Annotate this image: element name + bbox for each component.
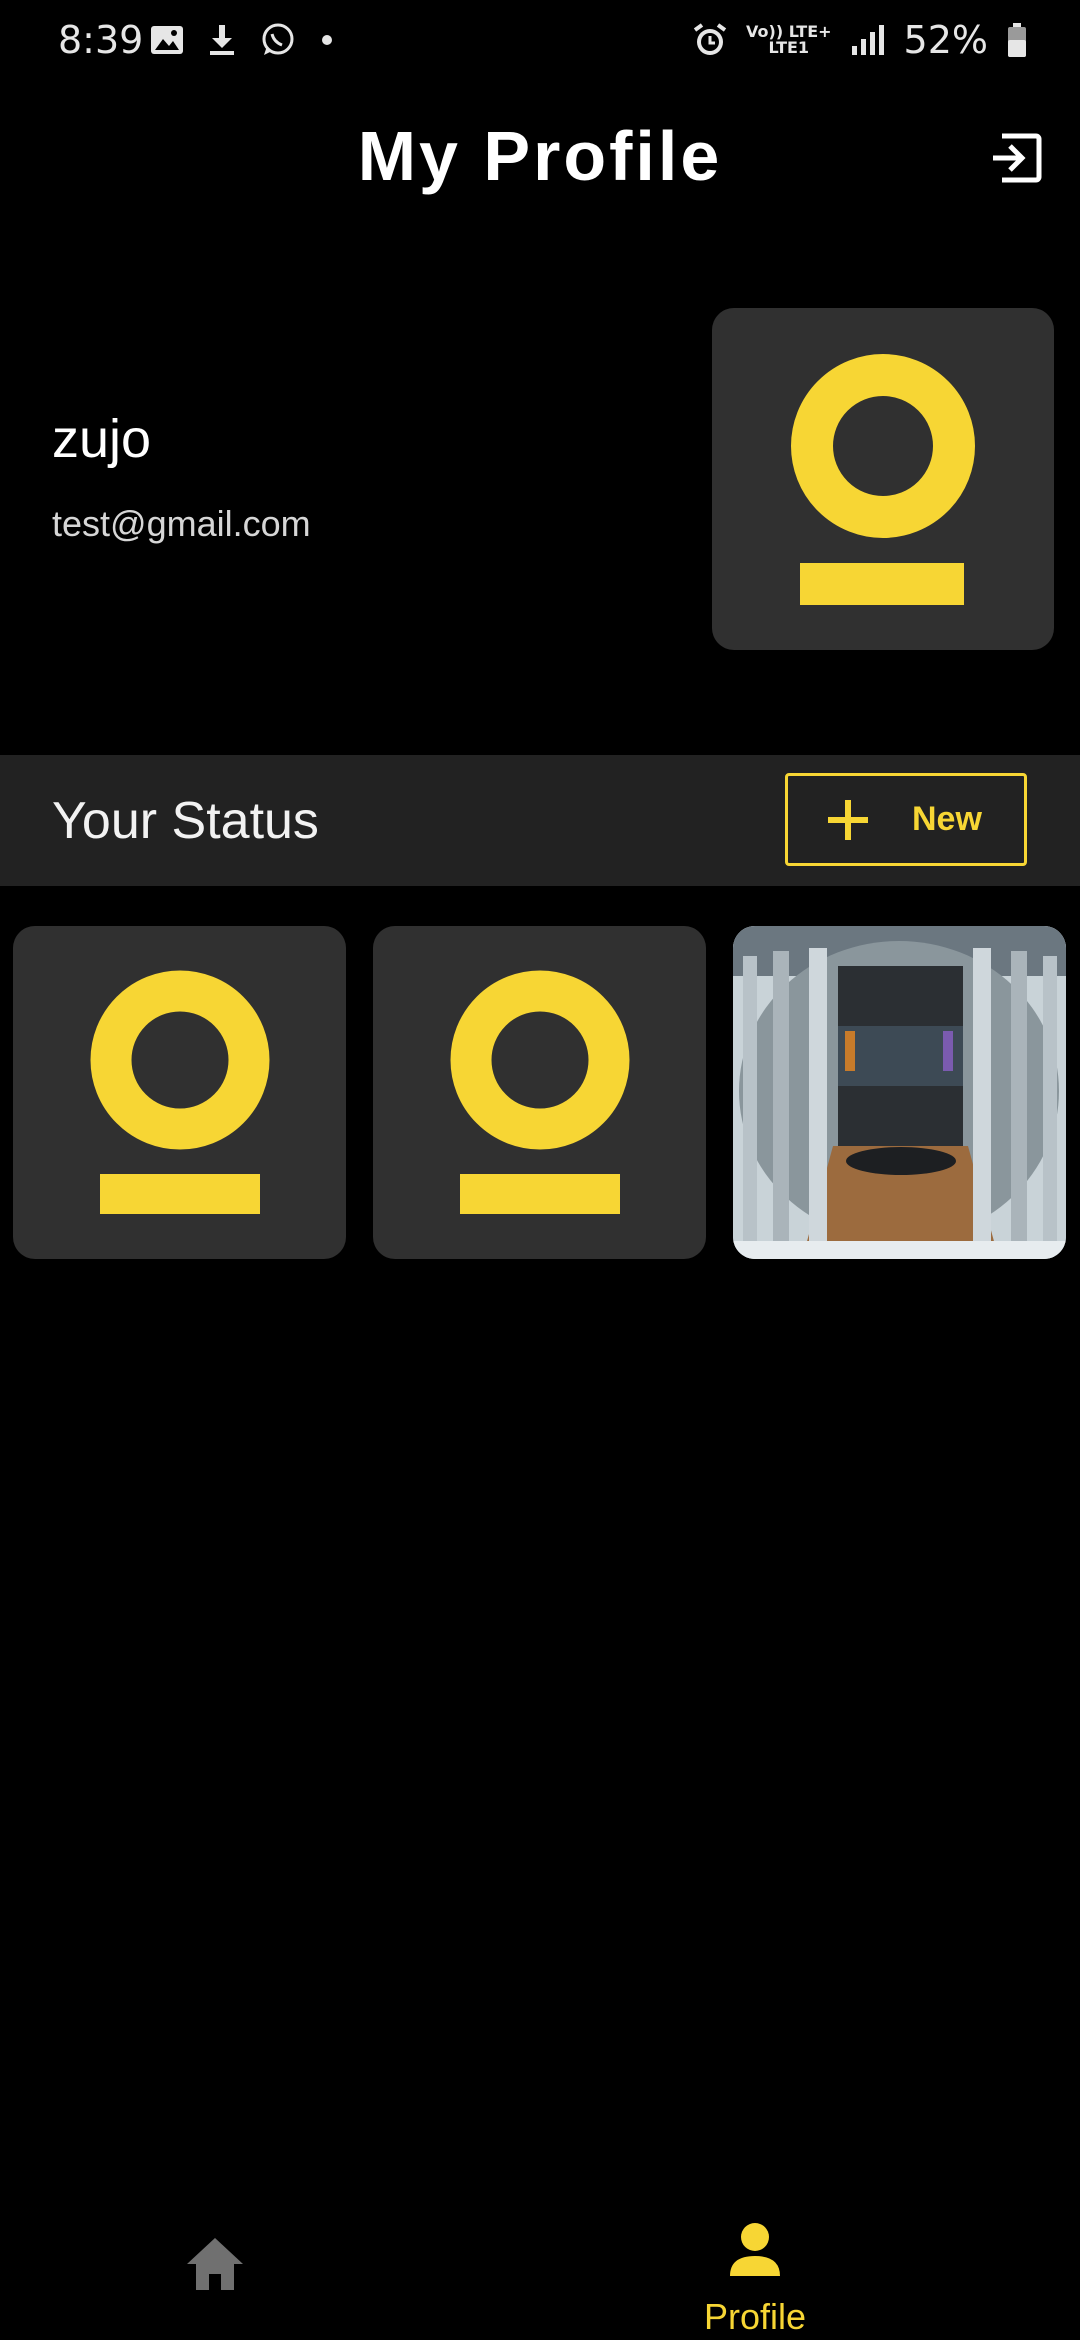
new-status-button[interactable]: New bbox=[785, 773, 1027, 866]
status-bar: 8:39 Vo)) LTE+ LTE1 52% bbox=[0, 0, 1080, 86]
nav-item-profile[interactable]: Profile bbox=[680, 2200, 830, 2337]
header: My Profile bbox=[0, 110, 1080, 210]
status-item[interactable] bbox=[373, 926, 706, 1259]
signal-icon bbox=[851, 25, 884, 55]
profile-name: zujo bbox=[52, 409, 152, 469]
nav-profile-label: Profile bbox=[703, 2296, 807, 2337]
whatsapp-icon bbox=[262, 23, 294, 55]
status-photo-image bbox=[733, 926, 1066, 1259]
profile-email: test@gmail.com bbox=[52, 503, 311, 544]
status-item[interactable] bbox=[13, 926, 346, 1259]
page-title: My Profile bbox=[357, 117, 723, 195]
status-item-photo[interactable] bbox=[733, 926, 1066, 1259]
avatar-placeholder-icon bbox=[450, 970, 630, 1214]
download-icon bbox=[210, 25, 234, 55]
home-icon bbox=[187, 2238, 243, 2290]
avatar-placeholder-icon bbox=[90, 970, 270, 1214]
avatar-placeholder-icon bbox=[791, 354, 975, 605]
logout-button[interactable] bbox=[988, 130, 1044, 186]
status-section-title: Your Status bbox=[52, 792, 319, 850]
battery-percent: 52% bbox=[903, 18, 988, 62]
status-section-header: Your Status New bbox=[0, 755, 1080, 886]
person-icon bbox=[730, 2223, 780, 2276]
plus-icon bbox=[828, 800, 868, 840]
alarm-icon bbox=[693, 23, 727, 55]
logout-icon bbox=[993, 133, 1042, 183]
profile-avatar[interactable] bbox=[712, 308, 1054, 650]
bottom-nav: Profile bbox=[0, 2200, 1080, 2340]
network-indicator: Vo)) LTE+ LTE1 bbox=[746, 22, 832, 57]
status-time: 8:39 bbox=[58, 18, 144, 62]
image-icon bbox=[151, 26, 183, 54]
dot-icon bbox=[322, 35, 332, 45]
battery-icon bbox=[1008, 23, 1026, 57]
new-status-label: New bbox=[912, 800, 982, 838]
nav-item-home[interactable] bbox=[150, 2200, 280, 2310]
